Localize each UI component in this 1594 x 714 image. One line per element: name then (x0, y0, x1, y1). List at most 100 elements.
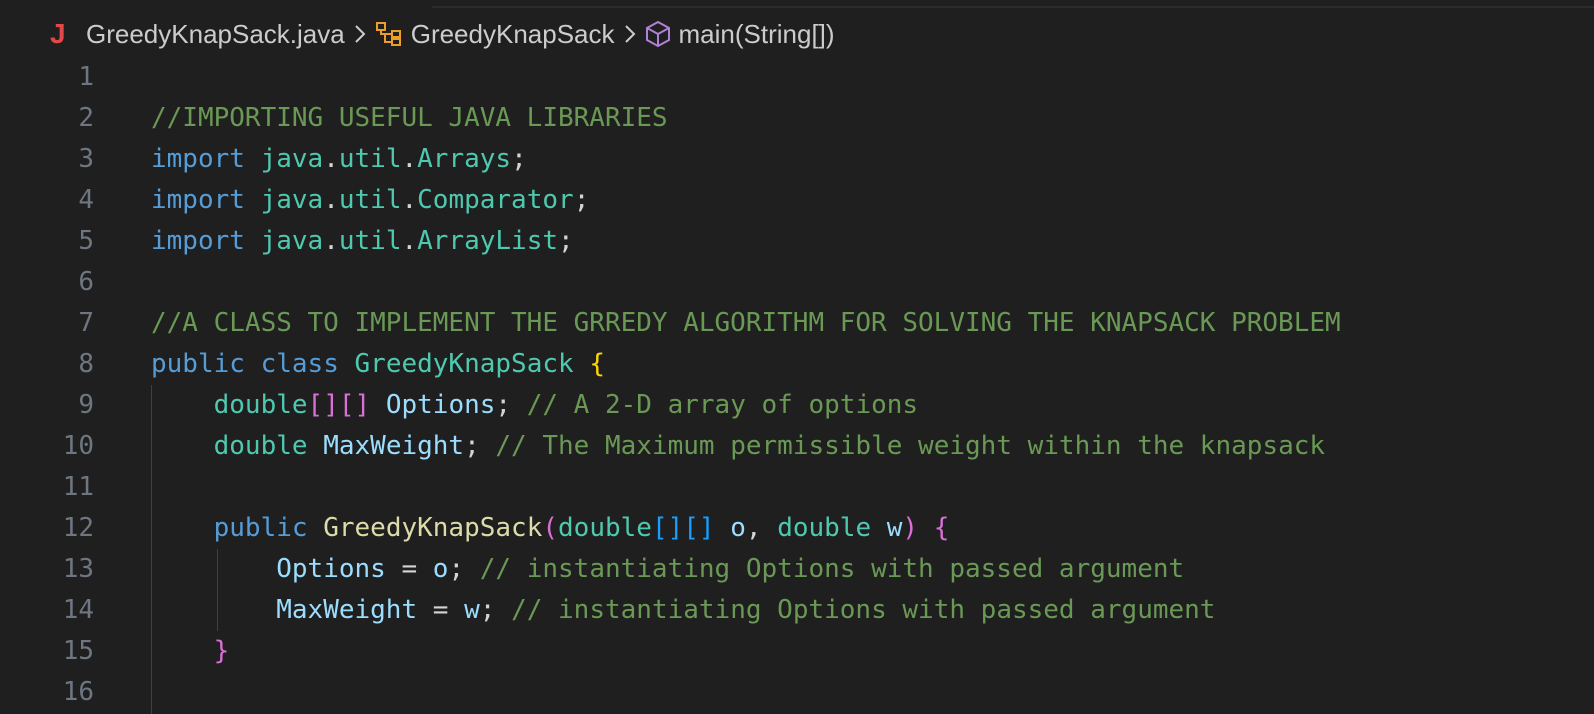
code-token: Options (276, 554, 386, 584)
code-token: import (151, 226, 245, 256)
code-token: ArrayList (417, 226, 559, 256)
code-token: o (432, 554, 449, 584)
method-cube-icon (645, 20, 671, 48)
line-code: double[][] Options; // A 2-D array of op… (151, 385, 918, 426)
line-code: public class GreedyKnapSack { (151, 344, 605, 385)
line-code: MaxWeight = w; // instantiating Options … (151, 590, 1215, 631)
code-token: Comparator (417, 185, 574, 215)
line-number: 11 (62, 472, 94, 502)
code-token: import (151, 185, 245, 215)
line-number: 15 (62, 636, 94, 666)
code-line[interactable]: 16 (0, 672, 1594, 713)
breadcrumb-class[interactable]: GreedyKnapSack (375, 19, 615, 50)
code-token: ; (479, 595, 512, 625)
code-token: double (777, 513, 872, 543)
code-line[interactable]: 15 } (0, 631, 1594, 672)
code-token: //A CLASS TO IMPLEMENT THE GRREDY ALGORI… (151, 308, 1341, 338)
breadcrumb-file-label: GreedyKnapSack.java (86, 18, 345, 49)
line-code: public GreedyKnapSack(double[][] o, doub… (151, 508, 950, 549)
code-token: o (730, 513, 746, 543)
code-token: Options (385, 390, 496, 420)
code-token: MaxWeight (276, 595, 418, 625)
java-file-icon: J (50, 18, 66, 49)
code-token: // instantiating Options with passed arg… (479, 554, 1185, 584)
code-line[interactable]: 7 //A CLASS TO IMPLEMENT THE GRREDY ALGOR… (0, 303, 1594, 344)
code-token: // instantiating Options with passed arg… (511, 595, 1216, 625)
code-line[interactable]: 8 public class GreedyKnapSack { (0, 344, 1594, 385)
code-token: public (151, 349, 245, 379)
code-token: w (886, 513, 903, 543)
code-line[interactable]: 12 public GreedyKnapSack(double[][] o, d… (0, 508, 1594, 549)
code-line[interactable]: 13 Options = o; // instantiating Options… (0, 549, 1594, 590)
code-token: java (260, 226, 324, 256)
code-token: GreedyKnapSack (354, 349, 574, 379)
code-token: . (323, 144, 339, 174)
code-token: util (338, 185, 402, 215)
code-token: ) (902, 513, 919, 543)
code-line[interactable]: 4 import java.util.Comparator; (0, 180, 1594, 221)
line-number: 10 (62, 431, 94, 461)
code-line[interactable]: 3 import java.util.Arrays; (0, 139, 1594, 180)
line-number: 13 (62, 554, 94, 584)
code-token: import (151, 144, 245, 174)
line-number: 1 (78, 62, 94, 92)
breadcrumb-file[interactable]: J GreedyKnapSack.java (50, 18, 345, 50)
line-number: 5 (78, 226, 94, 256)
code-token: ; (573, 185, 590, 215)
code-token: double (558, 513, 652, 543)
code-token: , (745, 513, 778, 543)
breadcrumb: J GreedyKnapSack.java GreedyKnapSack mai… (50, 16, 835, 52)
line-number: 16 (62, 677, 94, 707)
code-token: double (213, 390, 308, 420)
code-token: util (338, 144, 402, 174)
line-code: //A CLASS TO IMPLEMENT THE GRREDY ALGORI… (151, 303, 1341, 344)
code-token: ; (448, 554, 480, 584)
code-line[interactable]: 6 (0, 262, 1594, 303)
code-token: w (464, 595, 480, 625)
code-token: [][] (307, 390, 371, 420)
breadcrumb-method-label: main(String[]) (678, 18, 835, 49)
code-line[interactable]: 11 (0, 467, 1594, 508)
code-token: GreedyKnapSack (323, 513, 543, 543)
code-token: { (589, 349, 605, 379)
code-line[interactable]: 10 double MaxWeight; // The Maximum perm… (0, 426, 1594, 467)
breadcrumb-method[interactable]: main(String[]) (645, 19, 835, 50)
code-line[interactable]: 5 import java.util.ArrayList; (0, 221, 1594, 262)
editor-tab-strip-border (432, 0, 1594, 8)
code-token: java (260, 144, 324, 174)
code-token: } (213, 636, 230, 666)
code-line[interactable]: 1 (0, 57, 1594, 98)
line-number: 14 (62, 595, 94, 625)
code-token: class (260, 349, 339, 379)
breadcrumb-class-label: GreedyKnapSack (410, 18, 615, 49)
code-token: Arrays (417, 144, 512, 174)
line-number: 12 (62, 513, 94, 543)
code-token: . (401, 226, 418, 256)
code-token: //IMPORTING USEFUL JAVA LIBRARIES (151, 103, 668, 133)
code-line[interactable]: 2 //IMPORTING USEFUL JAVA LIBRARIES (0, 98, 1594, 139)
line-number: 3 (78, 144, 94, 174)
code-token: ; (464, 431, 496, 461)
line-code: } (151, 631, 230, 672)
code-line[interactable]: 9 double[][] Options; // A 2-D array of … (0, 385, 1594, 426)
code-line[interactable]: 14 MaxWeight = w; // instantiating Optio… (0, 590, 1594, 631)
class-symbol-icon (375, 21, 403, 47)
code-editor[interactable]: 1 2//IMPORTING USEFUL JAVA LIBRARIES 3 impo… (0, 57, 1594, 714)
code-token: . (323, 185, 339, 215)
code-token: . (401, 144, 418, 174)
code-token: = (417, 595, 465, 625)
line-code: Options = o; // instantiating Options wi… (151, 549, 1184, 590)
